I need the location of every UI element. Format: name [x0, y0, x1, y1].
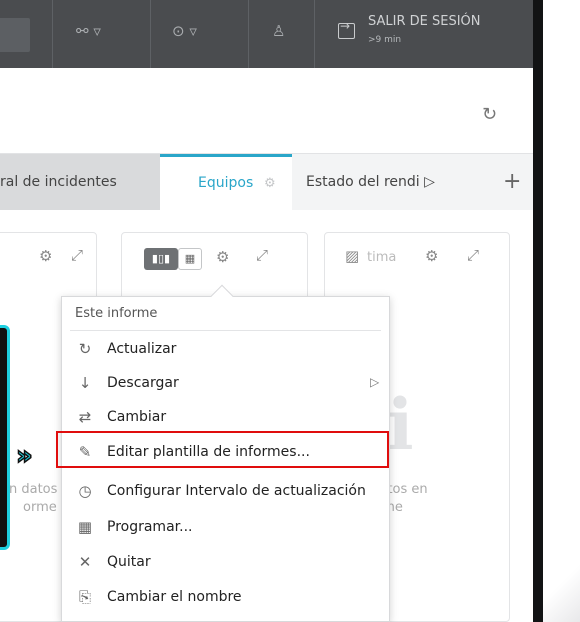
chevron-right-icon: » [15, 440, 33, 472]
menu-item-actualizar[interactable]: ↻ Actualizar [62, 337, 389, 363]
rename-icon: ⎘ [78, 588, 91, 606]
no-data-text: n datos [9, 482, 58, 497]
tab-incidentes[interactable]: ral de incidentes [0, 154, 160, 210]
logout-label: SALIR DE SESIÓN [368, 14, 481, 29]
close-icon: ✕ [78, 553, 92, 571]
menu-item-label: Descargar [107, 375, 179, 391]
expand-icon[interactable]: ⤢ [71, 246, 83, 264]
top-bar: ⚯ ▿ ⊙ ▿ ♙ SALIR DE SESIÓN >9 min [0, 0, 533, 68]
menu-item-label: Cambiar el nombre [107, 589, 242, 605]
user-button[interactable]: ♙ [272, 22, 285, 40]
divider [314, 0, 315, 68]
divider [150, 0, 151, 68]
chart-disabled-icon[interactable]: ▨ [345, 247, 359, 265]
menu-item-label: Programar... [107, 519, 193, 535]
tab-estado-rendimiento[interactable]: Estado del rendi ▷ [306, 174, 435, 190]
tab-label: Equipos [198, 175, 254, 191]
window-edge [533, 0, 543, 622]
menu-item-descargar[interactable]: ↓ Descargar ▷ [62, 371, 389, 397]
divider [248, 0, 249, 68]
tab-bar: ral de incidentes Equipos ⚙ Estado del r… [0, 154, 533, 212]
menu-item-cambiar-nombre[interactable]: ⎘ Cambiar el nombre [62, 585, 389, 611]
search-box[interactable] [0, 18, 30, 52]
user-icon: ♙ [272, 22, 286, 40]
divider [52, 0, 53, 68]
highlight-box [56, 431, 389, 468]
tab-equipos[interactable]: Equipos ⚙ [160, 154, 292, 212]
callout-box [0, 325, 10, 550]
menu-item-quitar[interactable]: ✕ Quitar [62, 550, 389, 576]
help-icon: ⊙ [172, 22, 185, 40]
refresh-icon: ↻ [78, 340, 92, 358]
gear-icon[interactable]: ⚙ [216, 248, 229, 266]
logout-icon [338, 19, 355, 39]
session-timer: >9 min [368, 35, 402, 45]
menu-item-label: Cambiar [107, 409, 167, 425]
gear-icon[interactable]: ⚙ [425, 247, 438, 265]
no-data-text: orme [23, 500, 57, 515]
swap-icon: ⇄ [78, 408, 92, 426]
expand-icon[interactable]: ⤢ [256, 246, 268, 264]
card-title: tima [367, 250, 397, 265]
expand-icon[interactable]: ⤢ [467, 246, 479, 264]
download-icon: ↓ [78, 374, 92, 392]
divider [70, 330, 381, 331]
add-tab-button[interactable]: + [503, 169, 521, 194]
submenu-arrow-icon: ▷ [370, 375, 380, 389]
menu-title: Este informe [75, 306, 158, 321]
chart-view-button[interactable]: ▮▯▮ [144, 248, 178, 270]
menu-item-label: Configurar Intervalo de actualización [107, 483, 366, 499]
menu-item-label: Actualizar [107, 341, 177, 357]
chevron-down-icon: ▿ [93, 22, 101, 40]
help-menu-button[interactable]: ⊙ ▿ [172, 22, 197, 40]
info-icon: i [387, 383, 414, 466]
chevron-down-icon: ▿ [189, 22, 197, 40]
background [543, 0, 580, 622]
gear-icon[interactable]: ⚙ [39, 247, 52, 265]
table-view-button[interactable]: ▦ [178, 248, 202, 270]
gear-icon[interactable]: ⚙ [264, 176, 276, 191]
link-menu-button[interactable]: ⚯ ▿ [76, 22, 101, 40]
menu-item-cambiar[interactable]: ⇄ Cambiar [62, 405, 389, 431]
schedule-icon: ▦ [77, 518, 93, 536]
menu-item-label: Quitar [107, 554, 151, 570]
bar-chart-icon: ▮▯▮ [151, 252, 171, 265]
menu-item-intervalo[interactable]: ◷ Configurar Intervalo de actualización [62, 479, 389, 505]
timer-icon: ◷ [78, 482, 92, 500]
menu-item-programar[interactable]: ▦ Programar... [62, 515, 389, 541]
refresh-icon[interactable]: ↻ [482, 104, 497, 125]
table-icon: ▦ [184, 252, 196, 265]
page-header [0, 68, 533, 154]
link-icon: ⚯ [76, 22, 89, 40]
